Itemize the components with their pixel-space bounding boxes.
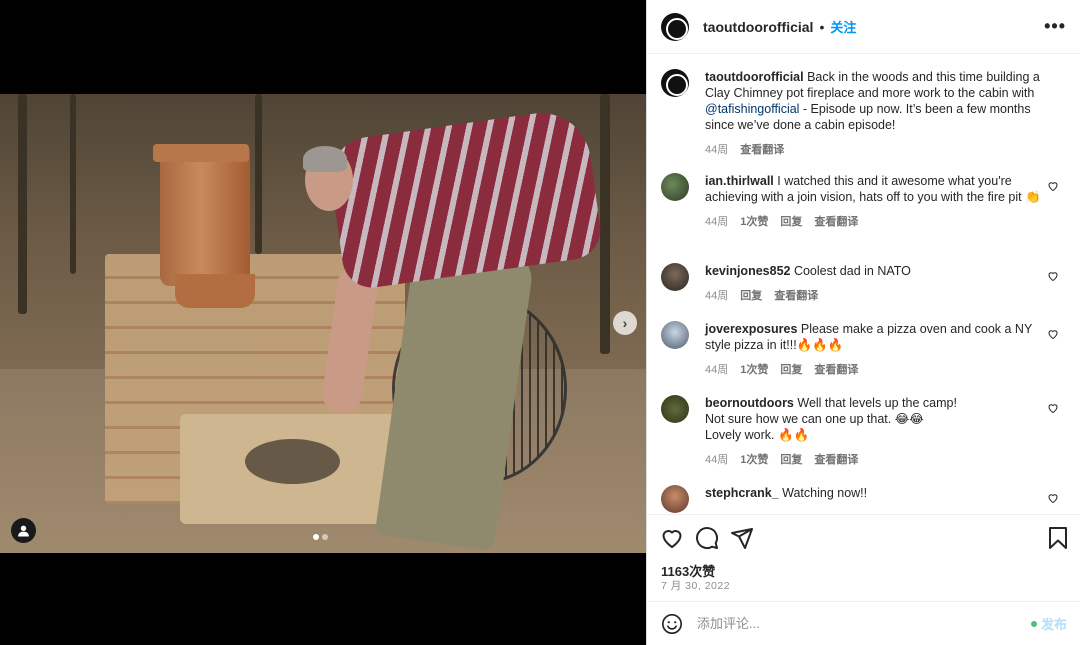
comment-body: kevinjones852 Coolest dad in NATO 44周 回复…: [705, 263, 1045, 304]
photo-person-hair: [303, 146, 347, 172]
list-item: beornoutdoors Well that levels up the ca…: [661, 395, 1067, 468]
comment-age: 44周: [705, 216, 729, 228]
carousel-dot-active: [313, 534, 319, 540]
photo-ash-pile: [245, 439, 340, 484]
comment-meta: 44周 1次赞 回复 查看翻译: [705, 452, 1045, 468]
avatar[interactable]: [661, 263, 689, 291]
comment-age: 44周: [705, 290, 729, 302]
see-translation-link[interactable]: 查看翻译: [814, 214, 858, 230]
comment-body: ian.thirlwall I watched this and it awes…: [705, 173, 1045, 230]
photo-tree-trunk: [70, 94, 76, 274]
more-options-icon[interactable]: •••: [1044, 16, 1066, 37]
heart-icon[interactable]: [1047, 180, 1059, 192]
comment-username[interactable]: ian.thirlwall: [705, 174, 774, 188]
photo-tree-trunk: [600, 94, 610, 354]
avatar[interactable]: [661, 69, 689, 97]
reply-button[interactable]: 回复: [740, 288, 762, 304]
comment-text: Well that levels up the camp!: [797, 396, 957, 410]
photo-tree-trunk: [18, 94, 27, 314]
comment-text: Lovely work. 🔥🔥: [705, 428, 810, 442]
comment-text: Coolest dad in NATO: [793, 264, 911, 278]
caption-meta: 44周 查看翻译: [705, 142, 1045, 158]
comment-username[interactable]: beornoutdoors: [705, 396, 794, 410]
post-detail-panel: taoutdoorofficial • 关注 ••• taoutdooroffi…: [646, 0, 1080, 645]
post-actions-bar: [647, 514, 1080, 559]
tagged-users-button[interactable]: [11, 518, 36, 543]
photo-chimney-rim: [153, 144, 249, 162]
post-photo[interactable]: [0, 94, 646, 553]
avatar[interactable]: [661, 485, 689, 513]
header-separator: •: [819, 18, 825, 35]
heart-icon[interactable]: [1047, 270, 1059, 282]
comment-text: Watching now!!: [782, 486, 868, 500]
caption-text: taoutdoorofficial Back in the woods and …: [705, 69, 1045, 133]
photo-chimney-funnel: [175, 274, 255, 308]
comment-meta: 44周 回复 查看翻译: [705, 288, 1045, 304]
post-date: 7 月 30, 2022: [661, 580, 731, 592]
list-item: stephcrank_ Watching now!!: [661, 485, 1067, 513]
status-dot: [1030, 620, 1037, 627]
comment-composer: 发布: [647, 601, 1080, 645]
follow-button[interactable]: 关注: [830, 17, 856, 36]
comment-likes-link[interactable]: 1次赞: [740, 452, 768, 468]
caption-age: 44周: [705, 144, 729, 156]
chevron-right-icon: ›: [622, 315, 628, 331]
comment-age: 44周: [705, 364, 729, 376]
see-translation-link[interactable]: 查看翻译: [774, 288, 818, 304]
reply-button[interactable]: 回复: [780, 214, 802, 230]
header-username[interactable]: taoutdoorofficial: [703, 19, 813, 35]
comment-meta: 44周 1次赞 回复 查看翻译: [705, 362, 1045, 378]
comment-icon[interactable]: [695, 526, 719, 550]
caption-mention-link[interactable]: @tafishingofficial: [705, 102, 799, 116]
post-header: taoutdoorofficial • 关注 •••: [647, 0, 1080, 54]
post-comment-label: 发布: [1040, 617, 1067, 632]
photo-chimney-pot: [160, 146, 250, 286]
bookmark-icon[interactable]: [1046, 526, 1070, 550]
photo-tree-trunk: [255, 94, 262, 254]
see-translation-link[interactable]: 查看翻译: [814, 362, 858, 378]
avatar[interactable]: [661, 395, 689, 423]
list-item: ian.thirlwall I watched this and it awes…: [661, 173, 1067, 230]
carousel-dot: [322, 534, 328, 540]
heart-icon[interactable]: [660, 526, 684, 550]
reply-button[interactable]: 回复: [780, 452, 802, 468]
comment-age: 44周: [705, 454, 729, 466]
post-comment-button[interactable]: 发布: [1030, 614, 1067, 633]
caption-body: taoutdoorofficial Back in the woods and …: [705, 69, 1045, 158]
comment-text: Not sure how we can one up that. 😂😂: [705, 412, 924, 426]
see-translation-link[interactable]: 查看翻译: [814, 452, 858, 468]
list-item: kevinjones852 Coolest dad in NATO 44周 回复…: [661, 263, 1067, 304]
comment-input[interactable]: [697, 616, 1017, 631]
heart-icon[interactable]: [1047, 492, 1059, 504]
post-media-pane: ›: [0, 0, 646, 645]
heart-icon[interactable]: [1047, 402, 1059, 414]
comment-body: beornoutdoors Well that levels up the ca…: [705, 395, 1045, 468]
comment-username[interactable]: kevinjones852: [705, 264, 790, 278]
comments-list[interactable]: taoutdoorofficial Back in the woods and …: [647, 55, 1080, 513]
reply-button[interactable]: 回复: [780, 362, 802, 378]
avatar[interactable]: [661, 173, 689, 201]
comment-likes-link[interactable]: 1次赞: [740, 362, 768, 378]
carousel-indicator: [313, 534, 328, 540]
heart-icon[interactable]: [1047, 328, 1059, 340]
comment-body: stephcrank_ Watching now!!: [705, 485, 1045, 513]
comment-username[interactable]: joverexposures: [705, 322, 797, 336]
caption-username[interactable]: taoutdoorofficial: [705, 70, 804, 84]
emoji-icon[interactable]: [661, 613, 683, 635]
caption: taoutdoorofficial Back in the woods and …: [661, 69, 1067, 158]
avatar[interactable]: [661, 12, 689, 41]
share-icon[interactable]: [730, 526, 754, 550]
user-icon: [18, 525, 29, 537]
list-item: joverexposures Please make a pizza oven …: [661, 321, 1067, 378]
comment-username[interactable]: stephcrank_: [705, 486, 779, 500]
comment-likes-link[interactable]: 1次赞: [740, 214, 768, 230]
carousel-next-button[interactable]: ›: [613, 311, 637, 335]
avatar[interactable]: [661, 321, 689, 349]
comment-meta: 44周 1次赞 回复 查看翻译: [705, 214, 1045, 230]
see-translation-link[interactable]: 查看翻译: [740, 142, 784, 158]
comment-body: joverexposures Please make a pizza oven …: [705, 321, 1045, 378]
